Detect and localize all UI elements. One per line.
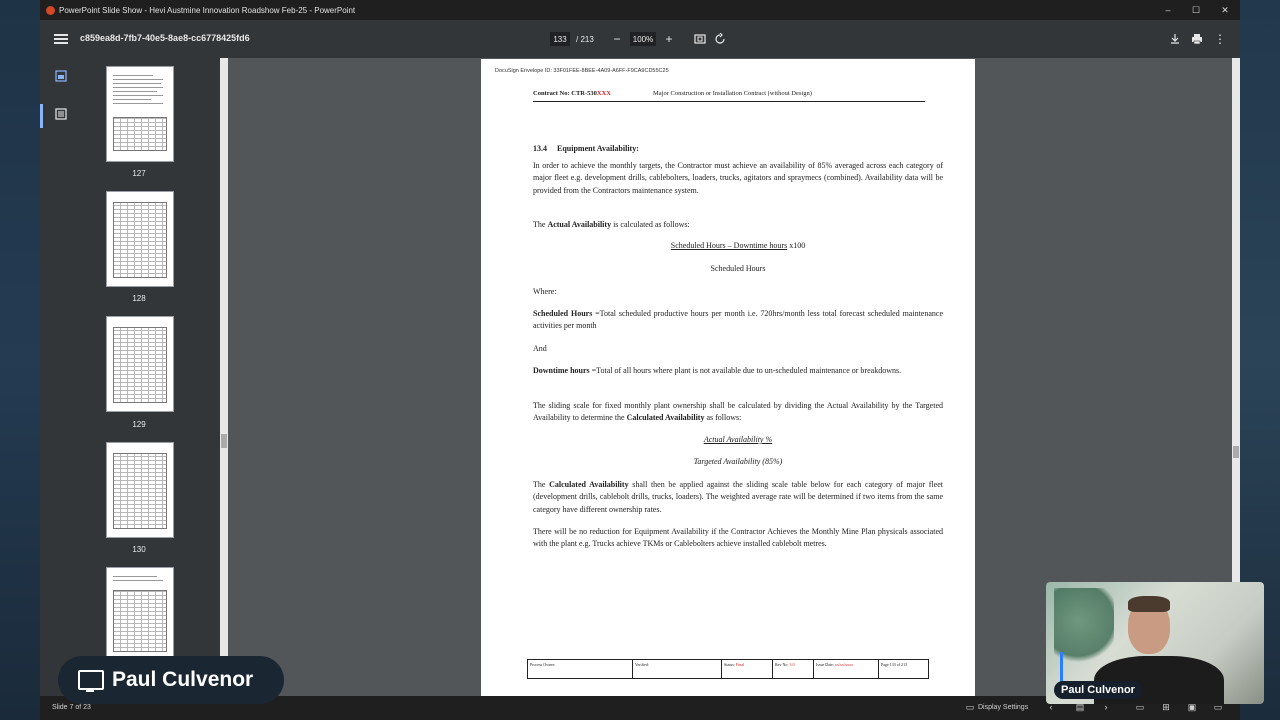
monitor-icon <box>78 670 104 692</box>
footer-page: Page 133 of 213 <box>881 662 908 667</box>
header-divider <box>533 101 925 102</box>
webcam-feed: Paul Culvenor <box>1046 582 1264 704</box>
powerpoint-icon <box>46 5 55 15</box>
paragraph-calculated-availability: The Calculated Availability shall then b… <box>533 480 944 514</box>
print-icon[interactable] <box>1187 29 1207 49</box>
contract-description: Major Construction or Installation Contr… <box>653 90 812 97</box>
where-label: Where: <box>533 287 557 296</box>
pdf-page: DocuSign Envelope ID: 33F01FEE-8BEE-4A09… <box>481 59 975 699</box>
zoom-out-button[interactable]: − <box>607 29 627 49</box>
display-settings-button[interactable]: Display Settings <box>978 704 1028 711</box>
page-thumbnail[interactable] <box>106 567 174 659</box>
desktop-background-left <box>0 0 42 720</box>
footer-rev: Rev No: 3.0 <box>773 660 814 678</box>
envelope-id: DocuSign Envelope ID: 33F01FEE-8BEE-4A09… <box>495 68 669 74</box>
sidebar-scrollbar[interactable] <box>220 58 228 696</box>
paragraph-sliding-scale: The sliding scale for fixed monthly plan… <box>533 401 943 423</box>
footer-issue-date: Issue Date: xx/xx/xxxx <box>814 660 879 678</box>
page-thumbnail[interactable] <box>106 316 174 412</box>
outline-view-icon[interactable] <box>55 107 67 120</box>
active-indicator <box>40 104 43 128</box>
thumbnail-label: 130 <box>132 545 146 554</box>
paragraph-actual-availability: The Actual Availability is calculated as… <box>533 220 690 229</box>
section-heading: 13.4 Equipment Availability: <box>533 144 639 153</box>
more-options-icon[interactable]: ⋮ <box>1210 29 1230 49</box>
downtime-hours-definition: Downtime hours =Total of all hours where… <box>533 366 902 375</box>
presenter-name: Paul Culvenor <box>112 668 254 691</box>
paragraph-no-reduction: There will be no reduction for Equipment… <box>533 527 943 549</box>
zoom-in-button[interactable]: + <box>659 29 679 49</box>
thumbnails-view-icon[interactable] <box>55 69 67 82</box>
scheduled-hours-definition: Scheduled Hours =Total scheduled product… <box>533 309 943 331</box>
page-thumbnail[interactable] <box>106 442 174 538</box>
menu-icon[interactable] <box>54 32 68 46</box>
slide-counter: Slide 7 of 23 <box>52 704 91 711</box>
formula-numerator: Scheduled Hours – Downtime hours x100 <box>670 241 806 250</box>
pdf-toolbar: c859ea8d-7fb7-40e5-8ae8-cc6778425fd6 133… <box>40 20 1240 59</box>
thumbnail-label: 127 <box>132 169 146 178</box>
contract-number: Contract No: CTR-530XXX <box>533 90 611 97</box>
document-footer-table: Process Owner: Verified: Status: Final R… <box>527 659 929 679</box>
webcam-name-label: Paul Culvenor <box>1054 681 1142 699</box>
paragraph-availability-target: In order to achieve the monthly targets,… <box>533 161 943 195</box>
page-thumbnail[interactable] <box>106 191 174 287</box>
presenter-name-tag: Paul Culvenor <box>58 656 284 704</box>
minimize-button[interactable]: – <box>1154 0 1182 20</box>
formula-denominator: Scheduled Hours <box>710 264 766 273</box>
thumbnail-label: 128 <box>132 294 146 303</box>
calc-denominator: Targeted Availability (85%) <box>693 457 783 466</box>
footer-process-owner: Process Owner: <box>528 660 633 678</box>
document-name: c859ea8d-7fb7-40e5-8ae8-cc6778425fd6 <box>80 33 250 43</box>
display-settings-icon[interactable]: ▭ <box>964 702 976 714</box>
page-total: / 213 <box>576 35 594 44</box>
window-titlebar: PowerPoint Slide Show - Hevi Austmine In… <box>40 0 1240 20</box>
close-button[interactable]: ✕ <box>1211 0 1239 20</box>
download-icon[interactable] <box>1165 29 1185 49</box>
thumbnail-label: 129 <box>132 420 146 429</box>
zoom-input[interactable]: 100% <box>630 32 656 46</box>
window-title: PowerPoint Slide Show - Hevi Austmine In… <box>59 5 356 15</box>
and-label: And <box>533 344 547 353</box>
page-number-input[interactable]: 133 <box>550 32 570 46</box>
calc-numerator: Actual Availability % <box>703 435 773 444</box>
footer-verified: Verified: <box>633 660 722 678</box>
fit-page-icon[interactable] <box>690 29 710 49</box>
thumbnail-sidebar: 127 128 129 130 <box>40 58 228 696</box>
footer-status: Status: Final <box>722 660 773 678</box>
thumbnail-list: 127 128 129 130 <box>68 58 228 696</box>
page-thumbnail[interactable] <box>106 66 174 162</box>
rotate-icon[interactable] <box>710 29 730 49</box>
maximize-button[interactable]: ☐ <box>1182 0 1210 20</box>
